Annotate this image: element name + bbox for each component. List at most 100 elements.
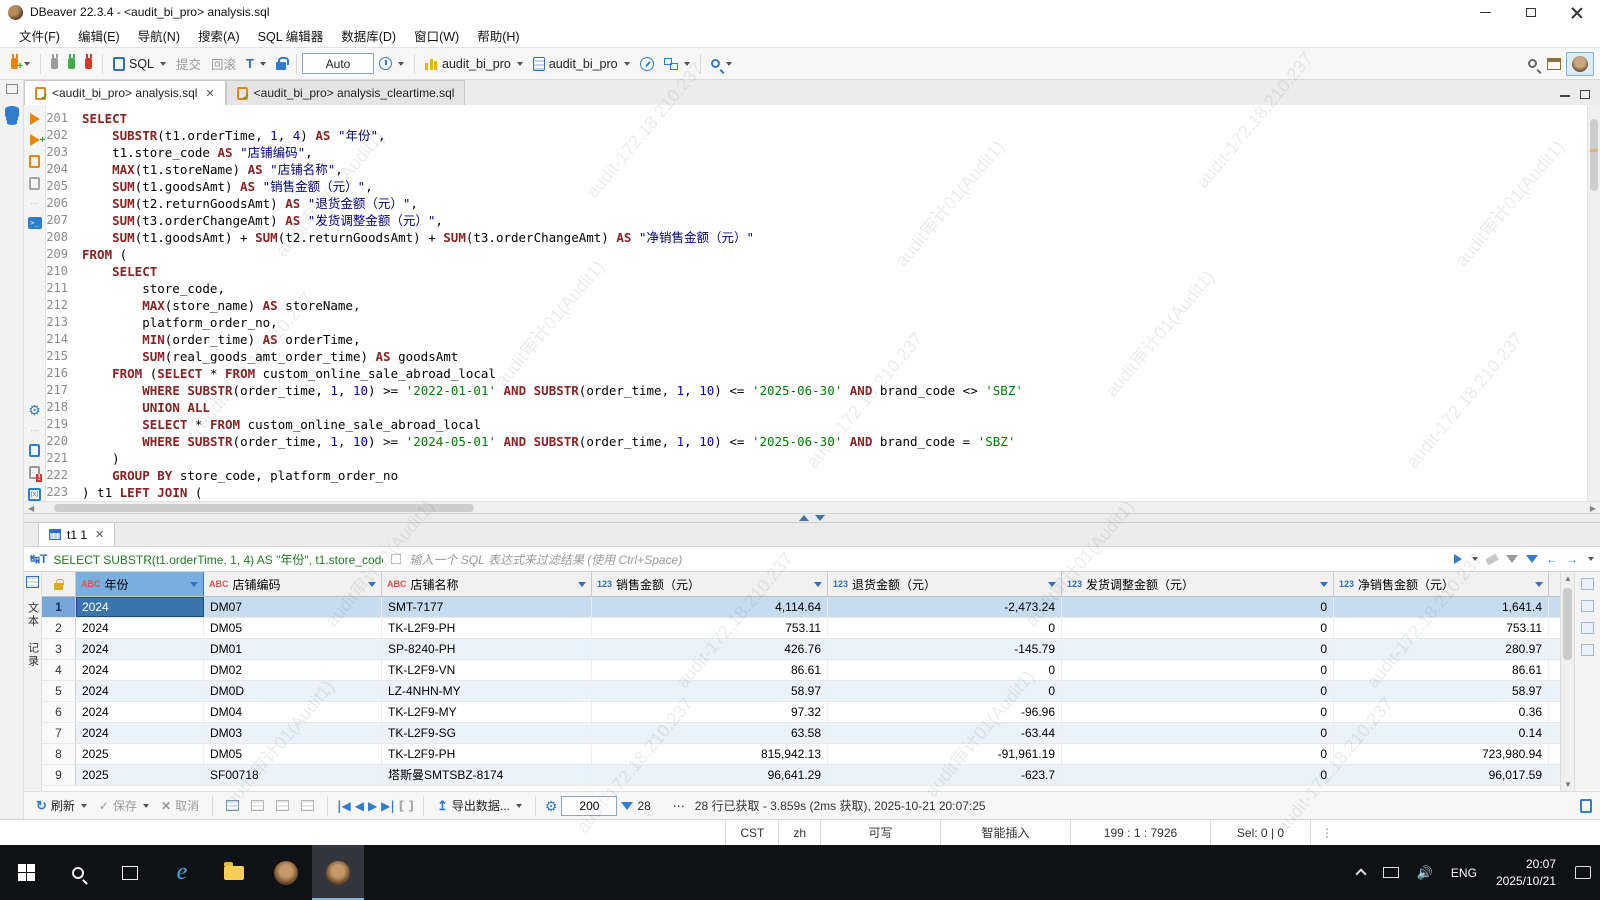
menu-edit[interactable]: 编辑(E) [69,23,129,48]
cell-5-2[interactable]: LZ-4NHN-MY [382,681,592,701]
metadata-panel-icon[interactable] [1581,622,1594,634]
filter-history-caret[interactable] [1472,557,1478,561]
cell-3-1[interactable]: DM01 [204,639,382,659]
first-page-button[interactable]: |◀ [337,799,351,813]
column-header-6[interactable]: 123净销售金额（元） [1334,572,1549,596]
cell-3-4[interactable]: -145.79 [828,639,1062,659]
editor-tab-1[interactable]: <audit_bi_pro> analysis_cleartime.sql [226,80,466,105]
value-viewer-panel-icon[interactable] [1581,578,1594,590]
editor-results-sash[interactable] [24,513,1600,522]
database-navigator-icon[interactable] [5,106,19,119]
calc-panel-icon[interactable] [1581,600,1594,612]
cell-3-3[interactable]: 426.76 [592,639,828,659]
sash-down-arrow[interactable] [815,515,825,521]
tx-timer-button[interactable] [374,54,409,73]
validate-script-icon[interactable] [29,466,40,479]
refresh-button[interactable]: ↻刷新 [32,795,91,816]
cell-4-4[interactable]: 0 [828,660,1062,680]
cell-5-0[interactable]: 2024 [76,681,204,701]
dashboard-button[interactable] [635,54,659,74]
parameters-icon[interactable]: (x) [28,488,41,501]
menu-help[interactable]: 帮助(H) [468,23,528,48]
grid-corner-cell[interactable] [42,572,76,596]
menu-navigate[interactable]: 导航(N) [129,23,189,48]
table-row-3[interactable]: 32024DM01SP-8240-PH426.76-145.790280.97 [42,639,1560,660]
caret-position-indicator[interactable]: 199 : 1 : 7926 [1070,820,1210,845]
prev-page-button[interactable]: ◀ [355,799,364,813]
cell-6-0[interactable]: 2024 [76,702,204,722]
cell-4-1[interactable]: DM02 [204,660,382,680]
new-connection-button[interactable]: + [6,55,35,72]
cell-7-6[interactable]: 0.14 [1334,723,1549,743]
database-select[interactable]: audit_bi_pro [420,54,528,74]
cell-4-3[interactable]: 86.61 [592,660,828,680]
db-search-button[interactable] [706,56,737,71]
explain-plan-icon[interactable] [29,177,40,190]
task-view-button[interactable] [104,845,156,900]
input-language-button[interactable]: ENG [1442,845,1486,900]
cell-1-5[interactable]: 0 [1062,597,1334,617]
editor-tab-0[interactable]: <audit_bi_pro> analysis.sql✕ [24,80,226,105]
cell-2-1[interactable]: DM05 [204,618,382,638]
expand-filter-icon[interactable] [391,554,401,564]
export-data-button[interactable]: ↥导出数据... [433,795,526,816]
transaction-filter-button[interactable]: T [241,53,271,74]
compare-button[interactable] [659,55,695,73]
cell-4-0[interactable]: 2024 [76,660,204,680]
cell-8-5[interactable]: 0 [1062,744,1334,764]
volume-button[interactable]: 🔊 [1408,845,1442,900]
forward-arrow-icon[interactable]: → [1566,552,1578,566]
text-view-tab[interactable]: 文本 [25,602,41,628]
cell-5-3[interactable]: 58.97 [592,681,828,701]
output-log-icon[interactable] [1580,799,1592,813]
column-header-3[interactable]: 123销售金额（元） [592,572,828,596]
table-row-4[interactable]: 42024DM02TK-L2F9-VN86.610086.61 [42,660,1560,681]
cell-5-6[interactable]: 58.97 [1334,681,1549,701]
save-filter-icon[interactable] [1526,555,1538,563]
menu-database[interactable]: 数据库(D) [332,23,405,48]
grouping-panel-icon[interactable] [1581,644,1594,656]
menu-window[interactable]: 窗口(W) [405,23,468,48]
edit-panel-button[interactable] [297,798,318,813]
cancel-button[interactable]: ✕取消 [157,795,203,816]
row-number[interactable]: 2 [42,618,76,638]
column-dropdown-icon[interactable] [578,582,586,587]
editor-settings-gear-icon[interactable]: ⚙ [28,403,41,417]
fetch-all-button[interactable]: [ ] [399,799,414,813]
cell-7-3[interactable]: 63.58 [592,723,828,743]
table-row-8[interactable]: 82025DM05TK-L2F9-PH815,942.13-91,961.190… [42,744,1560,765]
cell-3-5[interactable]: 0 [1062,639,1334,659]
close-icon[interactable]: ✕ [205,87,214,100]
cell-9-6[interactable]: 96,017.59 [1334,765,1549,785]
table-row-6[interactable]: 62024DM04TK-L2F9-MY97.32-96.9600.36 [42,702,1560,723]
row-number[interactable]: 5 [42,681,76,701]
cell-5-4[interactable]: 0 [828,681,1062,701]
taskbar-search-button[interactable] [52,845,104,900]
apply-filter-play-icon[interactable] [1454,554,1462,564]
cell-3-0[interactable]: 2024 [76,639,204,659]
save-button[interactable]: ✓保存 [95,795,153,816]
cell-8-0[interactable]: 2025 [76,744,204,764]
dbeaver-active-window-button[interactable] [312,845,364,900]
row-number[interactable]: 8 [42,744,76,764]
cell-2-4[interactable]: 0 [828,618,1062,638]
duplicate-row-button[interactable] [247,798,268,813]
scroll-down-arrow[interactable]: ▼ [1564,780,1572,789]
export-from-query-icon[interactable] [29,444,40,457]
cell-4-2[interactable]: TK-L2F9-VN [382,660,592,680]
tray-pc-button[interactable] [1374,845,1408,900]
cell-7-0[interactable]: 2024 [76,723,204,743]
tx-mode-select[interactable]: Auto [302,53,374,74]
cell-7-1[interactable]: DM03 [204,723,382,743]
cell-6-5[interactable]: 0 [1062,702,1334,722]
grid-vertical-scrollbar[interactable]: ▲ ▼ [1560,572,1574,791]
row-number[interactable]: 7 [42,723,76,743]
perspective-button[interactable] [1542,55,1566,73]
row-number[interactable]: 3 [42,639,76,659]
next-page-button[interactable]: ▶ [368,799,377,813]
minimize-button[interactable] [1462,0,1508,24]
editor-vertical-scrollbar[interactable] [1587,105,1600,501]
back-arrow-icon[interactable]: ← [1546,552,1558,566]
minimize-panel-icon[interactable] [1560,90,1570,97]
menu-search[interactable]: 搜索(A) [189,23,249,48]
